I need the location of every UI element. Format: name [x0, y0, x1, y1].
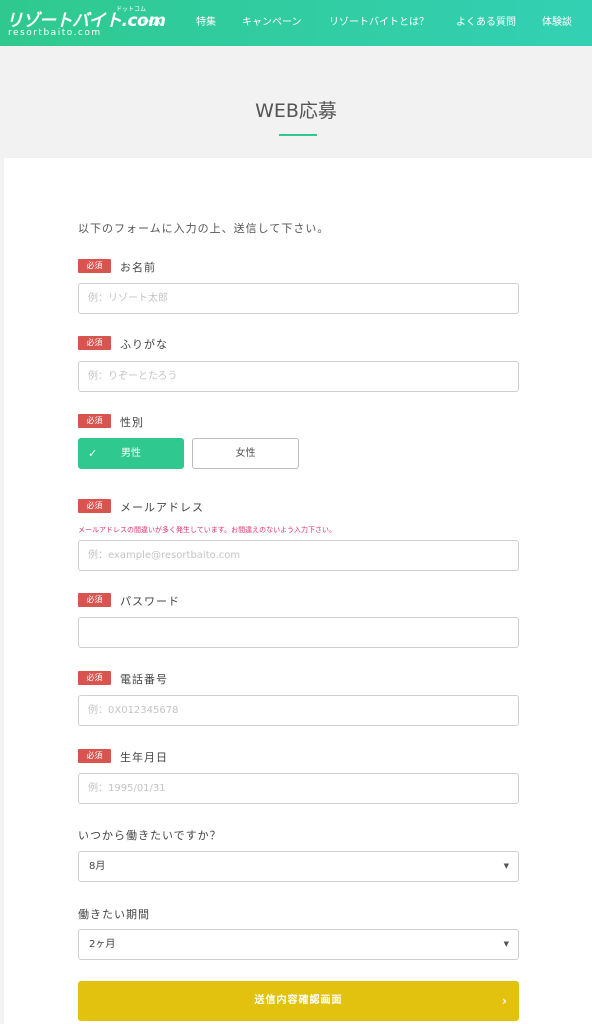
nav-item-faq[interactable]: よくある質問 [456, 0, 516, 46]
gender-label: 性別 [120, 416, 144, 429]
nav-item-form[interactable]: ーム [142, 0, 162, 46]
nav-item-features[interactable]: 特集 [196, 0, 216, 46]
birthday-input[interactable] [78, 773, 519, 804]
chevron-down-icon: ▼ [503, 940, 509, 948]
phone-label: 電話番号 [120, 673, 168, 686]
gender-male-button[interactable]: ✓ 男性 [78, 438, 184, 469]
kana-label: ふりがな [120, 338, 168, 351]
nav-item-campaign[interactable]: キャンペーン [242, 0, 302, 46]
site-header: リゾートバイト.com ドットコム resortbaito.com ーム 特集 … [0, 0, 592, 46]
check-icon: ✓ [88, 447, 98, 460]
gender-female-label: 女性 [235, 448, 256, 459]
email-warning: メールアドレスの間違いが多く発生しています。お間違えのないよう入力下さい。 [78, 526, 336, 534]
kana-input[interactable] [78, 361, 519, 392]
start-month-select[interactable]: 8月 ▼ [78, 851, 519, 882]
gender-female-button[interactable]: 女性 [192, 438, 299, 469]
confirm-submit-button[interactable]: 送信内容確認画面 › [78, 981, 519, 1021]
logo-subtext: resortbaito.com [8, 28, 102, 38]
email-input[interactable] [78, 540, 519, 571]
page-title: WEB応募 [255, 100, 337, 122]
form-intro: 以下のフォームに入力の上、送信して下さい。 [78, 222, 330, 235]
title-section: WEB応募 [0, 46, 592, 158]
required-badge: 必須 [78, 414, 111, 428]
gender-male-label: 男性 [121, 448, 141, 459]
title-underline [279, 134, 317, 136]
required-badge: 必須 [78, 671, 111, 685]
password-label: パスワード [120, 595, 180, 608]
nav-item-about[interactable]: リゾートバイトとは？ [329, 0, 429, 46]
password-input[interactable] [78, 617, 519, 648]
required-badge: 必須 [78, 593, 111, 607]
period-value: 2ヶ月 [89, 939, 116, 950]
period-select[interactable]: 2ヶ月 ▼ [78, 929, 519, 960]
period-label: 働きたい期間 [78, 908, 150, 921]
nav-item-stories[interactable]: 体験談 [542, 0, 572, 46]
required-badge: 必須 [78, 259, 111, 273]
required-badge: 必須 [78, 749, 111, 763]
start-label: いつから働きたいですか？ [78, 829, 222, 842]
start-month-value: 8月 [89, 861, 106, 872]
birthday-label: 生年月日 [120, 751, 168, 764]
chevron-down-icon: ▼ [503, 862, 509, 870]
site-logo[interactable]: リゾートバイト.com ドットコム resortbaito.com [6, 6, 166, 40]
required-badge: 必須 [78, 336, 111, 350]
name-label: お名前 [120, 261, 156, 274]
chevron-right-icon: › [502, 994, 508, 1008]
required-badge: 必須 [78, 499, 111, 513]
phone-input[interactable] [78, 695, 519, 726]
name-input[interactable] [78, 283, 519, 314]
submit-label: 送信内容確認画面 [254, 995, 343, 1006]
email-label: メールアドレス [120, 501, 204, 514]
